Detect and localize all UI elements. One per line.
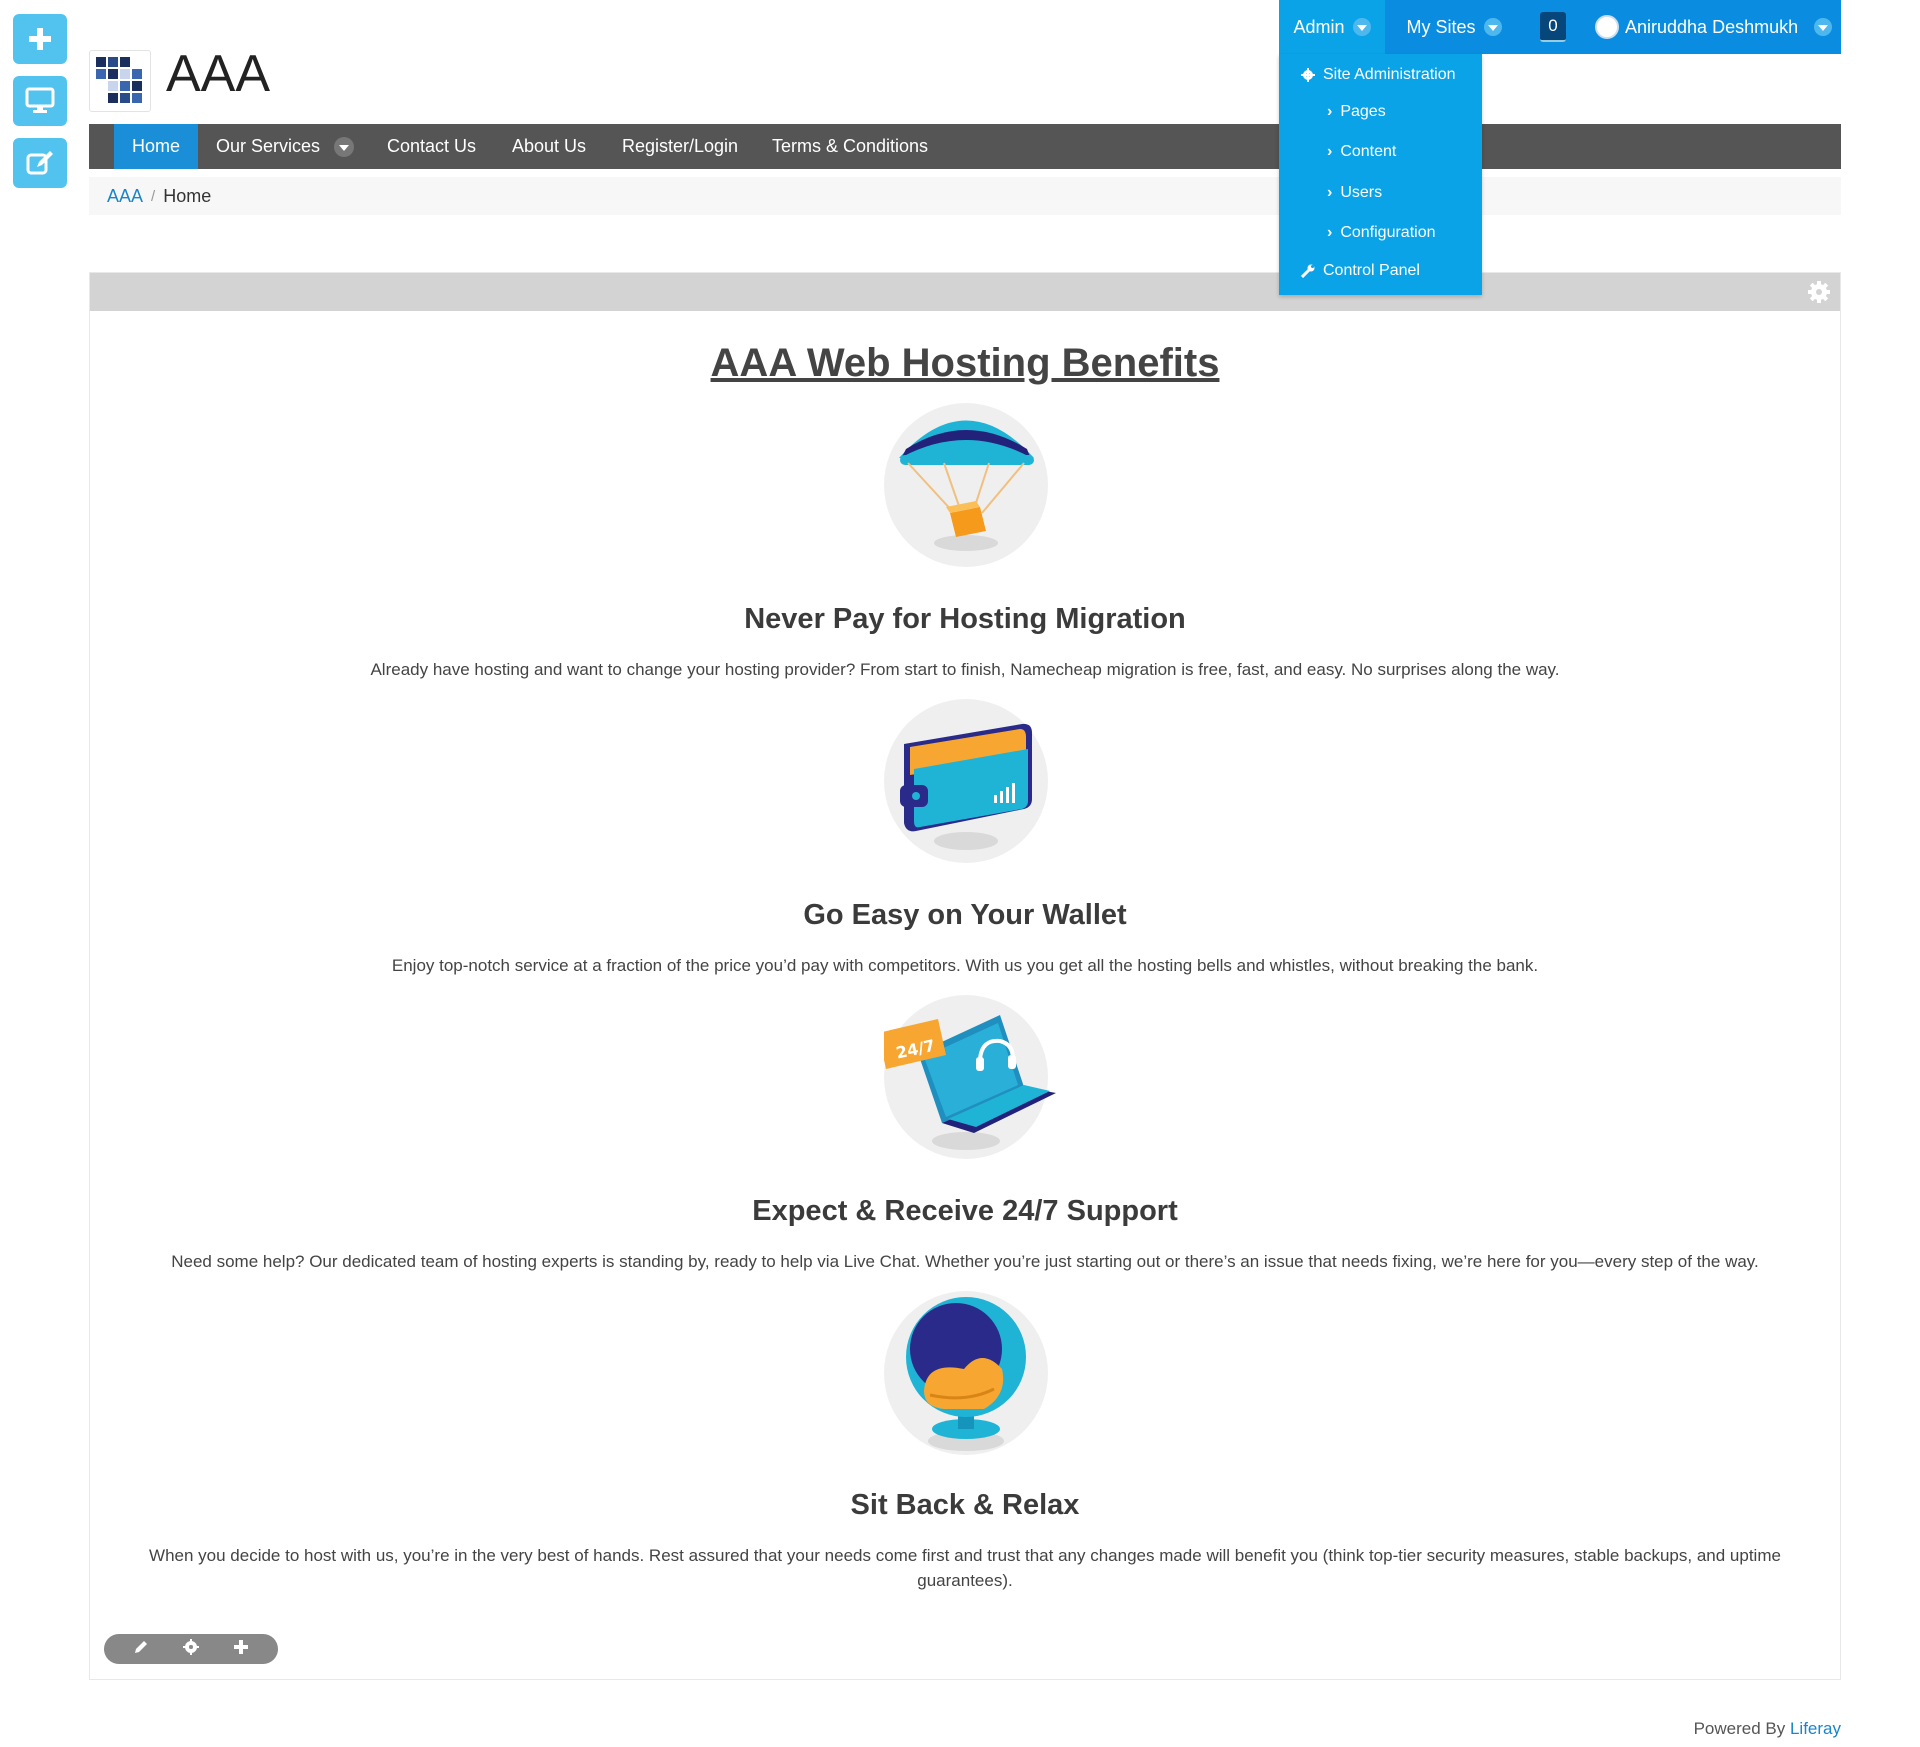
menu-item-pages[interactable]: › Pages — [1327, 103, 1386, 121]
avatar — [1595, 15, 1619, 39]
nav-register-login[interactable]: Register/Login — [622, 124, 738, 169]
nav-home[interactable]: Home — [114, 124, 198, 169]
breadcrumb-separator: / — [151, 187, 156, 205]
gear-icon — [183, 1638, 199, 1655]
admin-dropdown-menu: Site Administration › Pages › Content › … — [1279, 54, 1482, 295]
admin-label: Admin — [1293, 16, 1345, 37]
my-sites-label: My Sites — [1406, 16, 1476, 37]
my-sites-toggle[interactable]: My Sites — [1385, 0, 1523, 54]
chevron-right-icon: › — [1327, 103, 1333, 120]
add-portlet-button[interactable] — [233, 1639, 249, 1660]
add-button[interactable] — [13, 14, 67, 64]
edit-button[interactable] — [13, 138, 67, 188]
nav-label: Our Services — [216, 136, 321, 156]
parachute-icon — [884, 403, 1048, 567]
menu-label: Content — [1340, 143, 1397, 160]
menu-item-configuration[interactable]: › Configuration — [1327, 224, 1436, 242]
ball-chair-icon — [884, 1291, 1048, 1455]
edit-icon — [26, 151, 53, 175]
breadcrumb: AAA / Home — [89, 177, 1841, 215]
chevron-down-icon — [1814, 18, 1833, 36]
portlet-topper — [90, 273, 1840, 311]
footer: Powered By Liferay — [1694, 1719, 1841, 1739]
logo-icon — [96, 57, 142, 103]
chevron-right-icon: › — [1327, 224, 1333, 241]
dockbar: Admin My Sites 0 Aniruddha Deshmukh — [1279, 0, 1841, 54]
menu-label: Pages — [1340, 103, 1386, 120]
site-title: AAA — [166, 45, 271, 103]
nav-contact-us[interactable]: Contact Us — [387, 124, 476, 169]
notification-count: 0 — [1540, 12, 1566, 42]
preview-button[interactable] — [13, 76, 67, 126]
menu-item-site-administration[interactable]: Site Administration — [1301, 66, 1456, 84]
breadcrumb-site-link[interactable]: AAA — [107, 186, 143, 207]
gear-icon — [1301, 68, 1315, 82]
gear-icon — [1808, 281, 1830, 303]
monitor-icon — [25, 87, 55, 113]
menu-label: Site Administration — [1323, 66, 1456, 83]
notifications-button[interactable]: 0 — [1523, 0, 1583, 54]
nav-our-services[interactable]: Our Services — [216, 124, 355, 169]
main-navigation: Home Our Services Contact Us About Us Re… — [89, 124, 1841, 169]
menu-item-content[interactable]: › Content — [1327, 143, 1396, 161]
user-name: Aniruddha Deshmukh — [1625, 16, 1799, 37]
nav-about-us[interactable]: About Us — [512, 124, 586, 169]
chevron-down-icon — [1352, 18, 1371, 36]
feature-text: Already have hosting and want to change … — [370, 660, 1560, 679]
support-laptop-icon: 24/7 — [878, 995, 1056, 1159]
liferay-link[interactable]: Liferay — [1790, 1719, 1841, 1738]
feature-heading: Expect & Receive 24/7 Support — [752, 1195, 1178, 1227]
portlet-options-button[interactable] — [1808, 281, 1830, 308]
wrench-icon — [1301, 264, 1315, 278]
chevron-right-icon: › — [1327, 143, 1333, 160]
plus-icon — [234, 1639, 248, 1654]
plus-icon — [29, 28, 51, 50]
menu-item-control-panel[interactable]: Control Panel — [1301, 262, 1420, 280]
layout-edit-controls — [104, 1634, 278, 1664]
powered-by-text: Powered By — [1693, 1719, 1786, 1738]
breadcrumb-current: Home — [163, 185, 212, 206]
feature-text: Need some help? Our dedicated team of ho… — [171, 1252, 1759, 1271]
site-logo[interactable] — [89, 50, 151, 112]
menu-label: Users — [1340, 184, 1383, 201]
menu-label: Configuration — [1340, 224, 1436, 241]
feature-text: Enjoy top-notch service at a fraction of… — [391, 956, 1539, 975]
edit-layout-button[interactable] — [133, 1639, 149, 1660]
menu-item-users[interactable]: › Users — [1327, 184, 1382, 202]
feature-text: When you decide to host with us, you’re … — [149, 1546, 1781, 1590]
nav-terms-conditions[interactable]: Terms & Conditions — [772, 124, 928, 169]
pencil-icon — [135, 1640, 147, 1653]
feature-heading: Go Easy on Your Wallet — [803, 899, 1127, 931]
chevron-down-icon — [334, 136, 355, 157]
layout-settings-button[interactable] — [183, 1638, 199, 1660]
content-portlet: AAA Web Hosting Benefits Never Pay for H… — [89, 272, 1841, 1680]
wallet-icon — [884, 699, 1048, 863]
chevron-down-icon — [1483, 18, 1502, 36]
user-menu-toggle[interactable]: Aniruddha Deshmukh — [1583, 0, 1841, 54]
feature-heading: Sit Back & Relax — [850, 1489, 1080, 1521]
feature-heading: Never Pay for Hosting Migration — [744, 603, 1186, 635]
menu-label: Control Panel — [1323, 262, 1420, 279]
left-dock — [13, 14, 67, 200]
content-title: AAA Web Hosting Benefits — [710, 341, 1220, 385]
chevron-right-icon: › — [1327, 184, 1333, 201]
admin-menu-toggle[interactable]: Admin — [1279, 0, 1385, 54]
